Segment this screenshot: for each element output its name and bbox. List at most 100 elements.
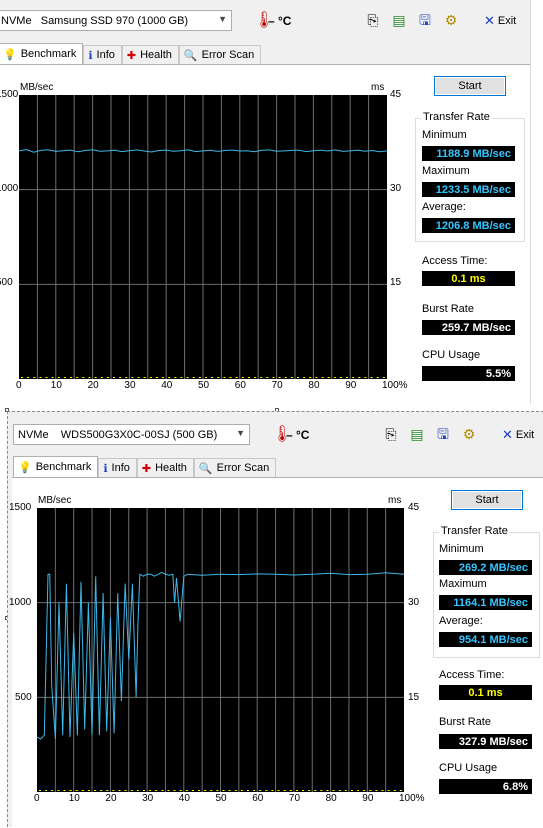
x-tick-label: 40: [178, 793, 190, 804]
info-icon: ℹ: [103, 462, 108, 475]
access-time-point: [136, 790, 139, 791]
access-time-point: [143, 377, 146, 378]
maximum-value: 1164.1 MB/sec: [439, 595, 532, 610]
toolbar: NVMe WDS500G3X0C-00SJ (500 GB) ▼ 🌡 – °C …: [8, 412, 543, 452]
access-time-point: [327, 377, 330, 378]
access-time-point: [75, 790, 78, 791]
right-axis-unit: ms: [371, 82, 385, 93]
access-time-point: [333, 377, 336, 378]
left-axis-unit: MB/sec: [20, 82, 54, 93]
x-tick-label: 60: [234, 380, 246, 391]
access-time-point: [357, 790, 360, 791]
options-icon[interactable]: ⚙: [460, 425, 478, 443]
access-time-point: [173, 790, 176, 791]
options-icon[interactable]: ⚙: [442, 11, 460, 29]
access-time-point: [63, 377, 66, 378]
tab-info[interactable]: ℹ Info: [83, 45, 122, 64]
copy-icon[interactable]: ⎘: [364, 11, 382, 29]
access-time-point: [106, 377, 109, 378]
left-axis-unit: MB/sec: [38, 495, 72, 506]
tab-health[interactable]: ✚ Health: [121, 45, 179, 64]
access-time-point: [339, 377, 342, 378]
access-time-point: [198, 790, 201, 791]
access-time-point: [167, 790, 170, 791]
chevron-down-icon: ▼: [236, 428, 245, 438]
tab-benchmark[interactable]: 💡 Benchmark: [0, 43, 84, 64]
tab-error-scan[interactable]: 🔍 Error Scan: [178, 45, 262, 64]
access-time-point: [51, 790, 54, 791]
tab-bar: 💡 Benchmark ℹ Info ✚ Health 🔍 Error Scan: [13, 456, 277, 477]
access-time-point: [216, 790, 219, 791]
tab-health[interactable]: ✚ Health: [136, 458, 194, 477]
copy-text-icon[interactable]: ▤: [390, 11, 408, 29]
access-time-point: [277, 790, 280, 791]
access-time-point: [326, 790, 329, 791]
access-time-point: [186, 377, 189, 378]
x-tick-label: 40: [161, 380, 173, 391]
access-time-point: [27, 377, 30, 378]
y-tick-left: 1000: [9, 597, 32, 608]
exit-icon: ✕: [484, 13, 495, 28]
access-time-point: [125, 377, 128, 378]
start-button[interactable]: Start: [434, 76, 506, 96]
access-time-point: [321, 377, 324, 378]
minimum-label: Minimum: [422, 129, 467, 141]
access-time-point: [309, 377, 312, 378]
access-time-label: Access Time:: [439, 669, 505, 681]
tab-error-scan[interactable]: 🔍 Error Scan: [193, 458, 277, 477]
access-time-point: [352, 377, 355, 378]
exit-button[interactable]: ✕ Exit: [502, 427, 534, 443]
y-tick-left: 1500: [9, 502, 32, 513]
access-time-point: [217, 377, 220, 378]
tab-label: Error Scan: [201, 49, 255, 61]
y-tick-right: 15: [390, 277, 402, 288]
drive-select[interactable]: NVMe Samsung SSD 970 (1000 GB) ▼: [0, 10, 232, 31]
access-time-point: [246, 790, 249, 791]
exit-button[interactable]: ✕ Exit: [484, 13, 516, 29]
access-time-point: [338, 790, 341, 791]
benchmark-icon: 💡: [18, 461, 32, 474]
start-button[interactable]: Start: [451, 490, 523, 510]
access-time-point: [198, 377, 201, 378]
benchmark-icon: 💡: [3, 48, 17, 61]
access-time-point: [254, 377, 257, 378]
copy-text-icon[interactable]: ▤: [408, 425, 426, 443]
temperature-value: – °C: [268, 14, 292, 28]
y-tick-right: 45: [408, 502, 420, 513]
access-time-point: [149, 790, 152, 791]
access-time-point: [344, 790, 347, 791]
save-icon[interactable]: 🖫: [434, 425, 452, 443]
access-time-point: [192, 377, 195, 378]
access-time-value: 0.1 ms: [422, 271, 515, 286]
tab-info[interactable]: ℹ Info: [98, 458, 137, 477]
access-time-point: [295, 790, 298, 791]
transfer-rate-title: Transfer Rate: [421, 111, 492, 123]
access-time-point: [271, 790, 274, 791]
access-time-point: [376, 377, 379, 378]
access-time-point: [33, 377, 36, 378]
access-time-point: [100, 377, 103, 378]
access-time-point: [142, 790, 145, 791]
drive-select[interactable]: NVMe WDS500G3X0C-00SJ (500 GB) ▼: [13, 424, 250, 445]
copy-icon[interactable]: ⎘: [382, 425, 400, 443]
access-time-point: [21, 377, 23, 378]
cpu-usage-label: CPU Usage: [422, 349, 481, 361]
access-time-point: [106, 790, 109, 791]
access-time-point: [69, 790, 72, 791]
burst-rate-label: Burst Rate: [439, 716, 491, 728]
exit-icon: ✕: [502, 427, 513, 442]
access-time-point: [112, 790, 115, 791]
start-label: Start: [475, 494, 499, 506]
access-time-point: [382, 377, 385, 378]
access-time-point: [228, 790, 231, 791]
access-time-point: [174, 377, 177, 378]
tab-benchmark[interactable]: 💡 Benchmark: [13, 456, 99, 477]
access-time-point: [241, 377, 244, 378]
save-icon[interactable]: 🖫: [416, 11, 434, 29]
access-time-point: [240, 790, 243, 791]
tab-label: Info: [111, 462, 130, 474]
access-time-point: [247, 377, 250, 378]
access-time-point: [265, 790, 268, 791]
average-label: Average:: [439, 615, 483, 627]
access-time-point: [57, 790, 60, 791]
